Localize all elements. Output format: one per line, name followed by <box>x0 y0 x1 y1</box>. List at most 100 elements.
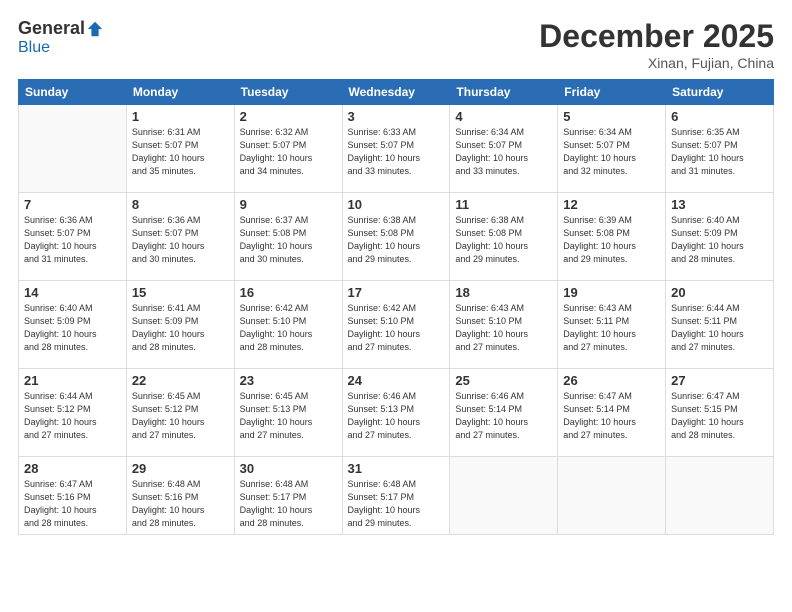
day-number: 30 <box>240 461 337 476</box>
day-number: 19 <box>563 285 660 300</box>
calendar-week-1: 1Sunrise: 6:31 AM Sunset: 5:07 PM Daylig… <box>19 105 774 193</box>
calendar-cell: 11Sunrise: 6:38 AM Sunset: 5:08 PM Dayli… <box>450 193 558 281</box>
day-number: 13 <box>671 197 768 212</box>
logo: General Blue <box>18 18 104 57</box>
day-number: 11 <box>455 197 552 212</box>
day-info: Sunrise: 6:39 AM Sunset: 5:08 PM Dayligh… <box>563 214 660 266</box>
calendar-cell: 29 Sunrise: 6:48 AM Sunset: 5:16 PM Dayli… <box>126 457 234 535</box>
day-number: 4 <box>455 109 552 124</box>
day-number: 29 <box>132 461 229 476</box>
day-info: Sunrise: 6:42 AM Sunset: 5:10 PM Dayligh… <box>348 302 445 354</box>
location: Xinan, Fujian, China <box>539 55 774 71</box>
calendar-cell: 8Sunrise: 6:36 AM Sunset: 5:07 PM Daylig… <box>126 193 234 281</box>
weekday-header-sunday: Sunday <box>19 80 127 105</box>
calendar-week-4: 21 Sunrise: 6:44 AM Sunset: 5:12 PM Dayli… <box>19 369 774 457</box>
day-number: 23 <box>240 373 337 388</box>
day-info: Sunrise: 6:43 AM Sunset: 5:10 PM Dayligh… <box>455 302 552 354</box>
weekday-header-thursday: Thursday <box>450 80 558 105</box>
calendar-cell: 12 Sunrise: 6:39 AM Sunset: 5:08 PM Dayli… <box>558 193 666 281</box>
day-number: 12 <box>563 197 660 212</box>
day-number: 7 <box>24 197 121 212</box>
day-number: 26 <box>563 373 660 388</box>
day-number: 18 <box>455 285 552 300</box>
calendar-cell: 31 Sunrise: 6:48 AM Sunset: 5:17 PM Dayli… <box>342 457 450 535</box>
day-info: Sunrise: 6:36 AM Sunset: 5:07 PM Dayligh… <box>132 214 229 266</box>
weekday-header-monday: Monday <box>126 80 234 105</box>
day-info: Sunrise: 6:48 AM Sunset: 5:17 PM Dayligh… <box>240 478 337 530</box>
weekday-header-row: SundayMondayTuesdayWednesdayThursdayFrid… <box>19 80 774 105</box>
day-info: Sunrise: 6:45 AM Sunset: 5:12 PM Dayligh… <box>132 390 229 442</box>
calendar-cell: 26 Sunrise: 6:47 AM Sunset: 5:14 PM Dayli… <box>558 369 666 457</box>
logo-general-text: General <box>18 18 85 39</box>
calendar-cell: 9Sunrise: 6:37 AM Sunset: 5:08 PM Daylig… <box>234 193 342 281</box>
calendar-cell: 4 Sunrise: 6:34 AM Sunset: 5:07 PM Daylig… <box>450 105 558 193</box>
day-info: Sunrise: 6:38 AM Sunset: 5:08 PM Dayligh… <box>348 214 445 266</box>
calendar-cell: 28 Sunrise: 6:47 AM Sunset: 5:16 PM Dayli… <box>19 457 127 535</box>
day-number: 5 <box>563 109 660 124</box>
day-number: 10 <box>348 197 445 212</box>
day-info: Sunrise: 6:35 AM Sunset: 5:07 PM Dayligh… <box>671 126 768 178</box>
day-number: 3 <box>348 109 445 124</box>
day-number: 31 <box>348 461 445 476</box>
calendar-cell: 23Sunrise: 6:45 AM Sunset: 5:13 PM Dayli… <box>234 369 342 457</box>
day-number: 21 <box>24 373 121 388</box>
calendar-cell: 10 Sunrise: 6:38 AM Sunset: 5:08 PM Dayli… <box>342 193 450 281</box>
day-info: Sunrise: 6:47 AM Sunset: 5:15 PM Dayligh… <box>671 390 768 442</box>
weekday-header-tuesday: Tuesday <box>234 80 342 105</box>
day-info: Sunrise: 6:47 AM Sunset: 5:16 PM Dayligh… <box>24 478 121 530</box>
day-info: Sunrise: 6:46 AM Sunset: 5:13 PM Dayligh… <box>348 390 445 442</box>
logo-icon <box>86 20 104 38</box>
calendar-cell: 15 Sunrise: 6:41 AM Sunset: 5:09 PM Dayli… <box>126 281 234 369</box>
calendar-cell: 20 Sunrise: 6:44 AM Sunset: 5:11 PM Dayli… <box>666 281 774 369</box>
day-info: Sunrise: 6:37 AM Sunset: 5:08 PM Dayligh… <box>240 214 337 266</box>
calendar-cell: 24Sunrise: 6:46 AM Sunset: 5:13 PM Dayli… <box>342 369 450 457</box>
day-info: Sunrise: 6:36 AM Sunset: 5:07 PM Dayligh… <box>24 214 121 266</box>
calendar-cell: 7 Sunrise: 6:36 AM Sunset: 5:07 PM Daylig… <box>19 193 127 281</box>
calendar-cell: 17 Sunrise: 6:42 AM Sunset: 5:10 PM Dayli… <box>342 281 450 369</box>
calendar-cell: 5Sunrise: 6:34 AM Sunset: 5:07 PM Daylig… <box>558 105 666 193</box>
day-info: Sunrise: 6:40 AM Sunset: 5:09 PM Dayligh… <box>671 214 768 266</box>
title-section: December 2025 Xinan, Fujian, China <box>539 18 774 71</box>
calendar-cell: 6Sunrise: 6:35 AM Sunset: 5:07 PM Daylig… <box>666 105 774 193</box>
day-info: Sunrise: 6:31 AM Sunset: 5:07 PM Dayligh… <box>132 126 229 178</box>
day-number: 17 <box>348 285 445 300</box>
day-info: Sunrise: 6:44 AM Sunset: 5:11 PM Dayligh… <box>671 302 768 354</box>
day-info: Sunrise: 6:34 AM Sunset: 5:07 PM Dayligh… <box>455 126 552 178</box>
calendar-cell: 18 Sunrise: 6:43 AM Sunset: 5:10 PM Dayli… <box>450 281 558 369</box>
calendar-cell: 2 Sunrise: 6:32 AM Sunset: 5:07 PM Daylig… <box>234 105 342 193</box>
day-number: 25 <box>455 373 552 388</box>
calendar-week-5: 28 Sunrise: 6:47 AM Sunset: 5:16 PM Dayli… <box>19 457 774 535</box>
weekday-header-wednesday: Wednesday <box>342 80 450 105</box>
day-info: Sunrise: 6:33 AM Sunset: 5:07 PM Dayligh… <box>348 126 445 178</box>
day-number: 14 <box>24 285 121 300</box>
day-info: Sunrise: 6:48 AM Sunset: 5:16 PM Dayligh… <box>132 478 229 530</box>
calendar-cell: 25Sunrise: 6:46 AM Sunset: 5:14 PM Dayli… <box>450 369 558 457</box>
weekday-header-friday: Friday <box>558 80 666 105</box>
logo-blue-text: Blue <box>18 39 50 56</box>
page: General Blue December 2025 Xinan, Fujian… <box>0 0 792 612</box>
day-number: 28 <box>24 461 121 476</box>
day-number: 15 <box>132 285 229 300</box>
day-info: Sunrise: 6:47 AM Sunset: 5:14 PM Dayligh… <box>563 390 660 442</box>
calendar-cell <box>558 457 666 535</box>
day-info: Sunrise: 6:42 AM Sunset: 5:10 PM Dayligh… <box>240 302 337 354</box>
calendar-week-3: 14Sunrise: 6:40 AM Sunset: 5:09 PM Dayli… <box>19 281 774 369</box>
day-info: Sunrise: 6:41 AM Sunset: 5:09 PM Dayligh… <box>132 302 229 354</box>
calendar-cell: 13 Sunrise: 6:40 AM Sunset: 5:09 PM Dayli… <box>666 193 774 281</box>
day-number: 2 <box>240 109 337 124</box>
day-number: 20 <box>671 285 768 300</box>
calendar-cell: 14Sunrise: 6:40 AM Sunset: 5:09 PM Dayli… <box>19 281 127 369</box>
day-info: Sunrise: 6:32 AM Sunset: 5:07 PM Dayligh… <box>240 126 337 178</box>
day-info: Sunrise: 6:48 AM Sunset: 5:17 PM Dayligh… <box>348 478 445 530</box>
calendar-week-2: 7 Sunrise: 6:36 AM Sunset: 5:07 PM Daylig… <box>19 193 774 281</box>
calendar-cell: 27Sunrise: 6:47 AM Sunset: 5:15 PM Dayli… <box>666 369 774 457</box>
calendar-table: SundayMondayTuesdayWednesdayThursdayFrid… <box>18 79 774 535</box>
calendar-cell: 3 Sunrise: 6:33 AM Sunset: 5:07 PM Daylig… <box>342 105 450 193</box>
calendar-cell: 1Sunrise: 6:31 AM Sunset: 5:07 PM Daylig… <box>126 105 234 193</box>
calendar-cell: 30 Sunrise: 6:48 AM Sunset: 5:17 PM Dayli… <box>234 457 342 535</box>
day-info: Sunrise: 6:44 AM Sunset: 5:12 PM Dayligh… <box>24 390 121 442</box>
calendar-cell <box>450 457 558 535</box>
calendar-cell: 21 Sunrise: 6:44 AM Sunset: 5:12 PM Dayli… <box>19 369 127 457</box>
calendar-cell: 22Sunrise: 6:45 AM Sunset: 5:12 PM Dayli… <box>126 369 234 457</box>
weekday-header-saturday: Saturday <box>666 80 774 105</box>
